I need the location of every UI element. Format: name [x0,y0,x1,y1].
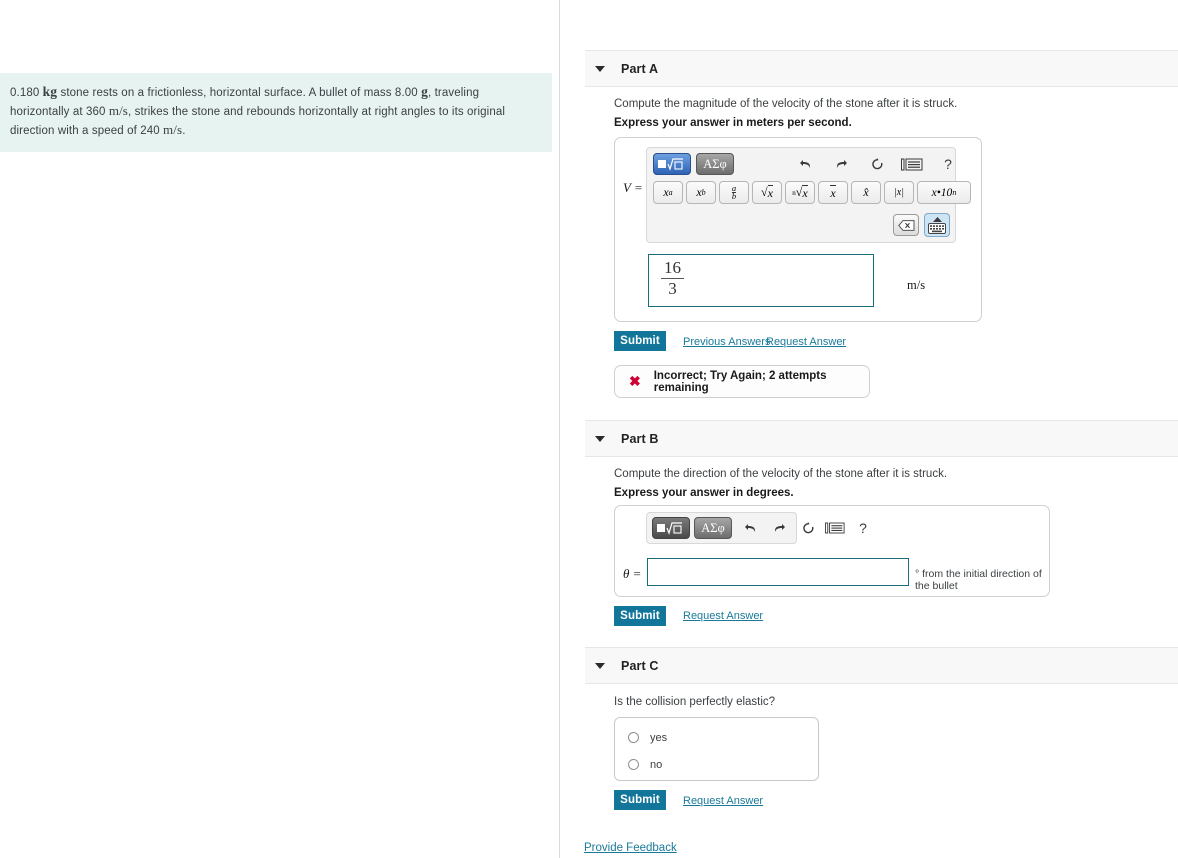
part-b-header[interactable]: Part B [585,420,1178,457]
undo-icon[interactable] [740,518,760,538]
part-b-suffix-label: ° from the initial direction of the bull… [915,568,1042,592]
key-superscript[interactable]: xa [653,181,683,204]
part-c-request-answer-link[interactable]: Request Answer [683,795,763,807]
problem-pane: 0.180 kg stone rests on a frictionless, … [0,0,560,858]
part-c-prompt: Is the collision perfectly elastic? [614,696,776,708]
incorrect-icon: ✖ [629,373,641,389]
part-a-submit-button[interactable]: Submit [614,331,666,351]
part-a-unit-label: m/s [907,278,926,292]
collapse-caret-icon[interactable] [595,435,605,442]
key-sqrt[interactable]: √ x [752,181,782,204]
undo-icon[interactable] [795,154,815,174]
key-vector[interactable]: x [818,181,848,204]
help-label: ? [859,520,867,536]
help-icon[interactable]: ? [853,518,873,538]
provide-feedback-link[interactable]: Provide Feedback [584,842,677,854]
toolbar-template-mode-button[interactable] [653,153,691,175]
keypad-icon[interactable] [824,518,846,538]
part-a-instruction: Express your answer in meters per second… [614,117,852,129]
collapse-caret-icon[interactable] [595,662,605,669]
toolbar-greek-mode-button[interactable]: ΑΣφ [694,517,732,539]
page-root: 0.180 kg stone rests on a frictionless, … [0,0,1178,858]
part-a-answer-numerator: 16 [664,258,681,277]
part-b-answer-value [648,559,908,571]
template-icon [657,522,682,535]
radio-yes[interactable] [628,732,639,743]
keyboard-toggle-button[interactable] [924,213,950,237]
toolbar-greek-label: ΑΣφ [703,156,727,171]
collapse-caret-icon[interactable] [595,65,605,72]
toolbar-greek-label: ΑΣφ [701,520,725,535]
key-absolute[interactable]: |x| [884,181,914,204]
key-scientific[interactable]: x•10 n [917,181,971,204]
key-subscript[interactable]: xb [686,181,716,204]
part-b-prompt: Compute the direction of the velocity of… [614,468,948,480]
key-fraction[interactable]: ab [719,181,749,204]
redo-icon[interactable] [831,154,851,174]
part-a-title: Part A [621,61,659,76]
part-a-prompt: Compute the magnitude of the velocity of… [614,98,958,110]
part-c-option-yes-label: yes [650,731,668,744]
part-a-feedback-text: Incorrect; Try Again; 2 attempts remaini… [653,369,827,394]
key-nth-root[interactable]: n √ x [785,181,815,204]
part-b-variable-label: θ = [623,566,642,581]
problem-statement-box: 0.180 kg stone rests on a frictionless, … [0,73,552,152]
reset-icon[interactable] [867,154,887,174]
chevron-up-icon [932,216,942,222]
part-c-submit-button[interactable]: Submit [614,790,666,810]
part-c-choice-box: yes no [614,717,819,781]
part-b-instruction: Express your answer in degrees. [614,487,794,499]
part-c-option-no[interactable]: no [615,751,818,778]
part-c-option-yes[interactable]: yes [615,724,818,751]
toolbar-template-mode-button[interactable] [652,517,690,539]
part-b-math-toolbar: ΑΣφ ? [646,512,867,544]
part-a-header[interactable]: Part A [585,50,1178,87]
reset-icon[interactable] [798,518,818,538]
toolbar-greek-mode-button[interactable]: ΑΣφ [696,153,734,175]
part-b-title: Part B [621,431,659,446]
problem-statement-text: 0.180 kg stone rests on a frictionless, … [10,84,506,137]
template-icon [658,158,683,171]
help-label: ? [944,156,952,172]
keyboard-icon [928,222,946,234]
help-icon[interactable]: ? [938,154,958,174]
answer-pane: Part A Compute the magnitude of the velo… [561,0,1178,858]
backspace-button[interactable] [893,214,919,236]
part-b-answer-panel: ΑΣφ ? θ = ° from the initial direction o… [614,505,1050,597]
part-a-key-row: xa xb ab √ x n √ x x x̂ |x| x•10 n [653,181,974,204]
part-a-answer-panel: ΑΣφ ? x a x b a b √ x n √ x x x̂ |x| x•1… [614,137,982,322]
part-a-previous-answers-link[interactable]: Previous Answers [683,336,770,348]
part-a-answer-denominator: 3 [661,277,684,299]
redo-icon[interactable] [769,518,789,538]
part-c-header[interactable]: Part C [585,647,1178,684]
key-hat[interactable]: x̂ [851,181,881,204]
part-a-math-toolbar: ΑΣφ ? x a x b a b √ x n √ x x x̂ |x| x•1… [646,147,971,243]
part-b-submit-button[interactable]: Submit [614,606,666,626]
radio-no[interactable] [628,759,639,770]
keypad-icon[interactable] [900,154,924,174]
part-a-feedback-box: ✖ Incorrect; Try Again; 2 attempts remai… [614,365,870,398]
backspace-icon [897,219,914,231]
part-a-answer-input[interactable]: 16 3 [648,254,874,307]
part-b-answer-input[interactable] [647,558,909,586]
part-a-variable-label: V = [623,180,643,195]
part-b-request-answer-link[interactable]: Request Answer [683,610,763,622]
part-a-request-answer-link[interactable]: Request Answer [766,336,846,348]
part-c-title: Part C [621,658,659,673]
part-c-option-no-label: no [650,758,663,771]
